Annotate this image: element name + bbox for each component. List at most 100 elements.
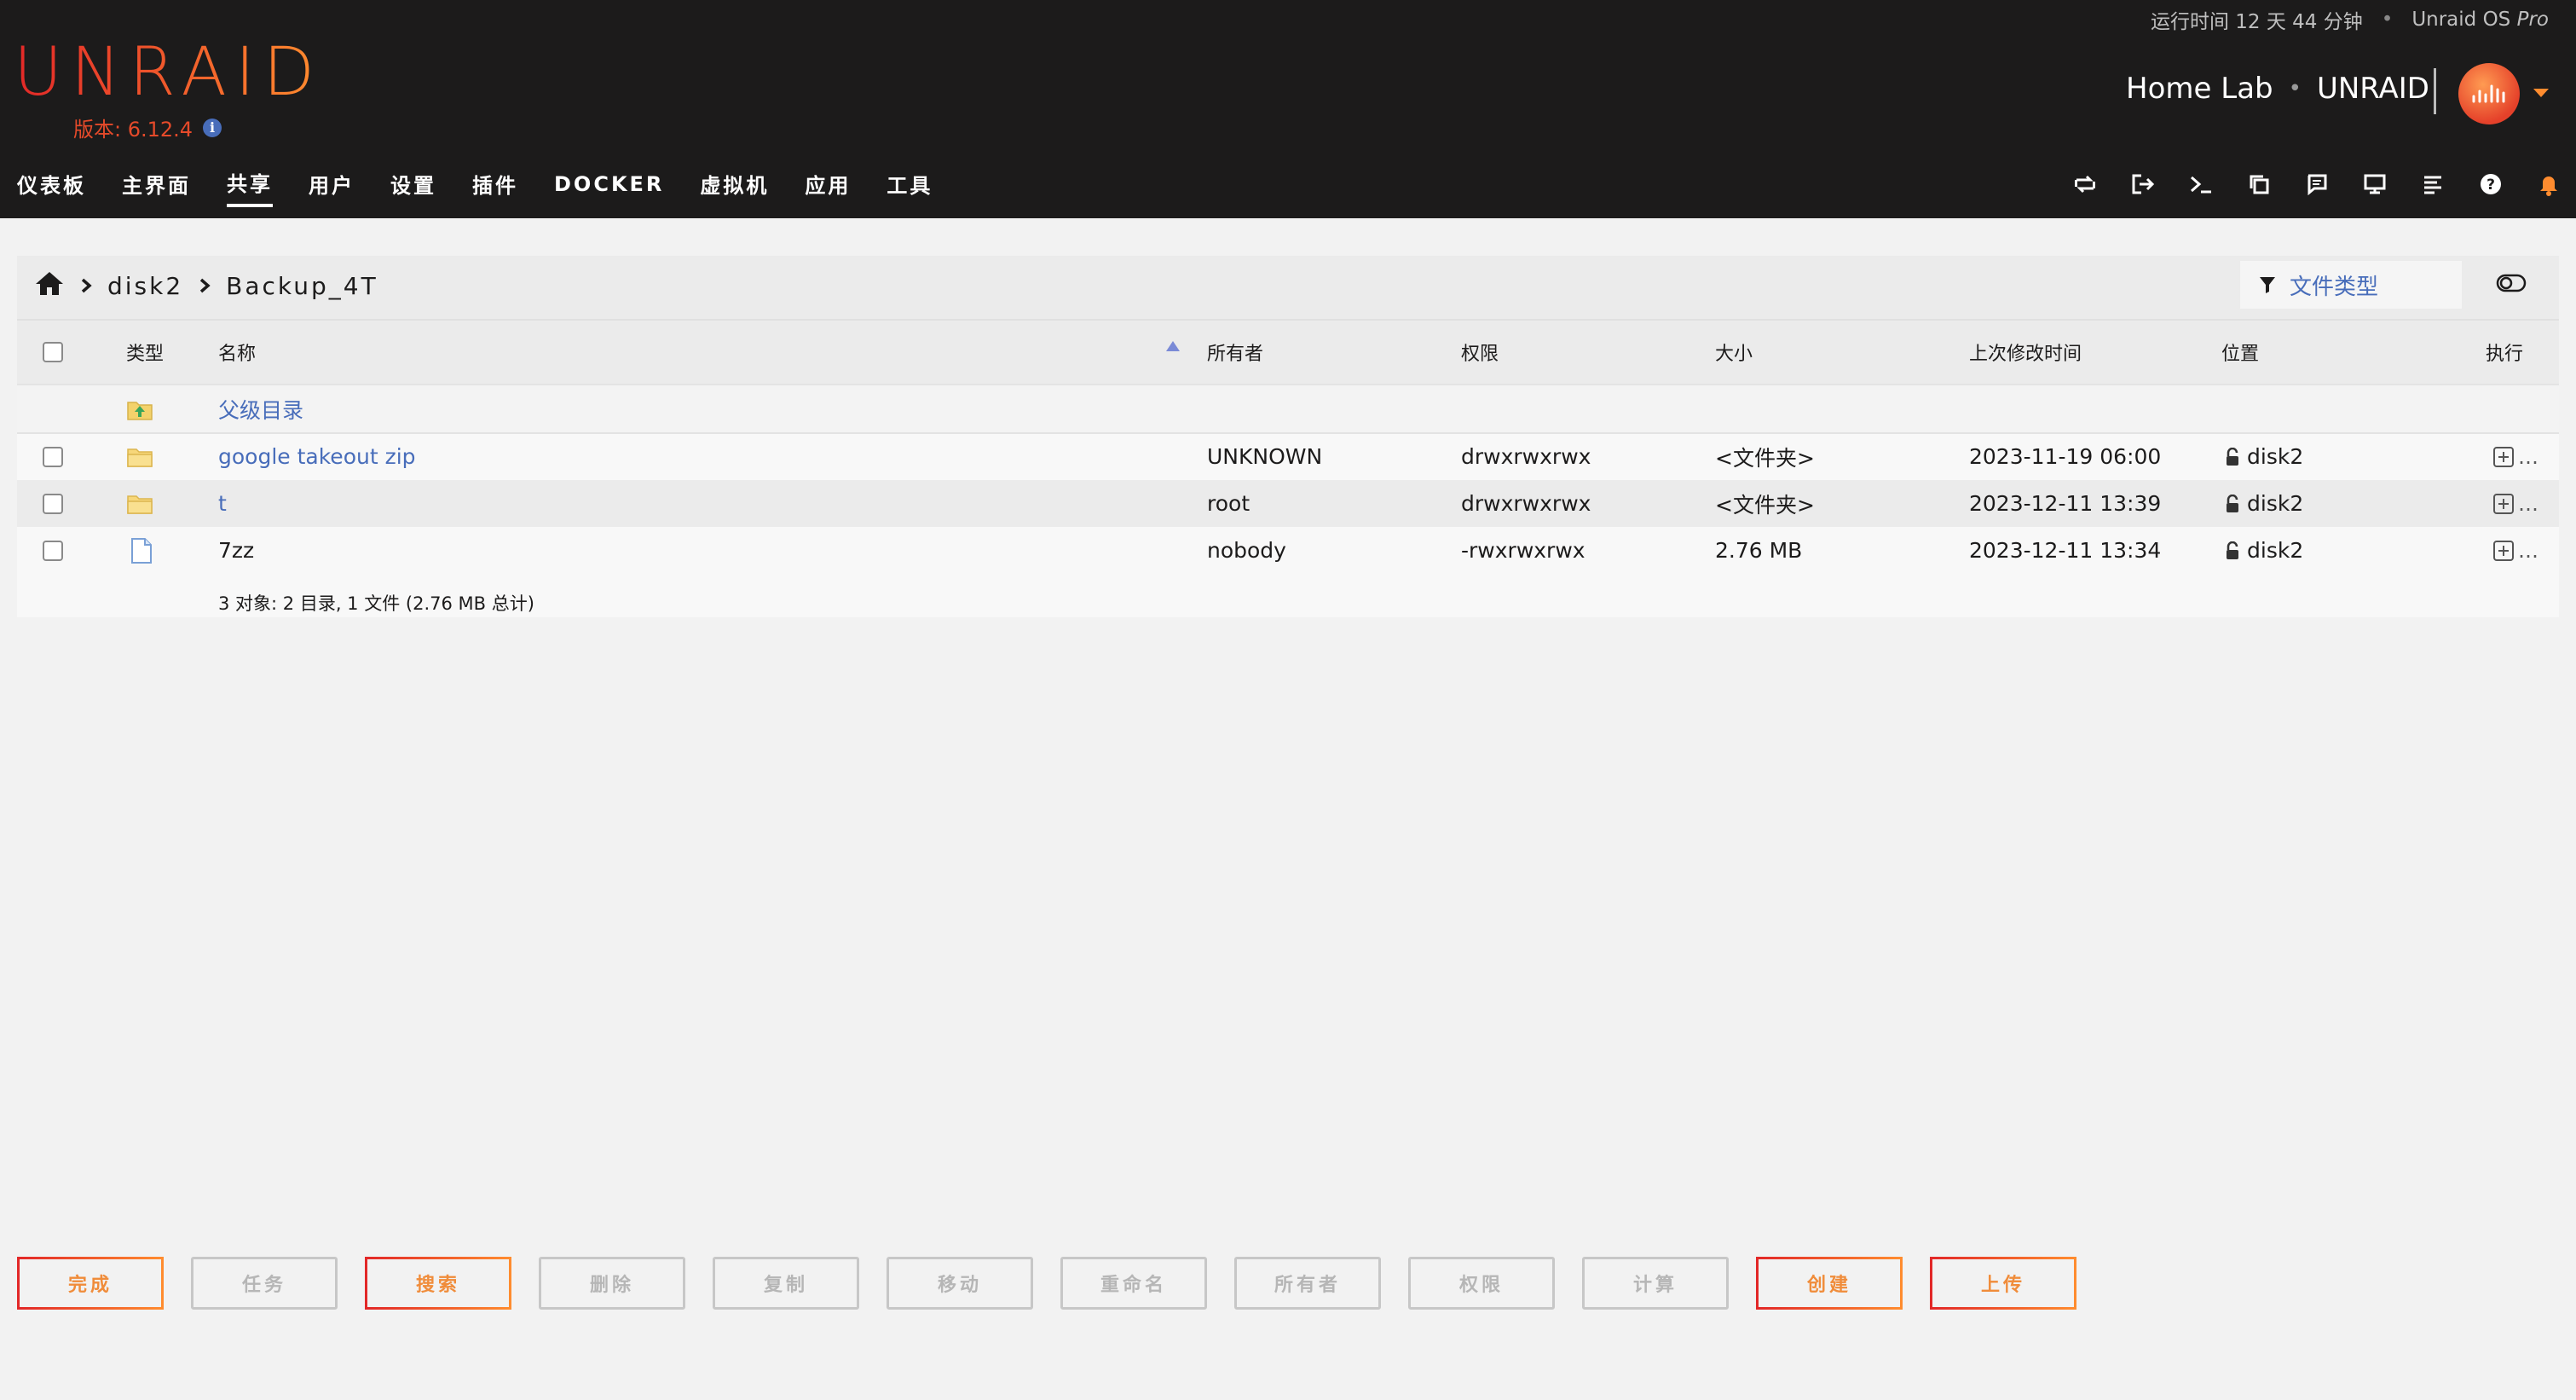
owner-cell: root (1207, 491, 1250, 516)
location-cell: disk2 (2225, 433, 2303, 480)
plus-square-icon (2493, 540, 2514, 561)
file-type-filter[interactable]: 文件类型 (2240, 261, 2462, 309)
parent-directory-row[interactable]: 父级目录 (17, 385, 2559, 434)
server-name: Home Lab (2126, 72, 2273, 106)
filter-icon (2260, 277, 2275, 293)
terminal-icon[interactable] (2187, 171, 2215, 198)
size-cell: 2.76 MB (1715, 538, 1803, 563)
avatar[interactable] (2458, 63, 2520, 124)
perms-cell: drwxrwxrwx (1461, 444, 1591, 469)
permissions-button[interactable]: 权限 (1408, 1257, 1555, 1310)
table-row[interactable]: t root drwxrwxrwx <文件夹> 2023-12-11 13:39… (17, 480, 2559, 527)
owner-cell: UNKNOWN (1207, 444, 1323, 469)
sync-icon[interactable] (2071, 171, 2099, 198)
modified-cell: 2023-12-11 13:34 (1969, 538, 2162, 563)
row-action-button[interactable]: … (2492, 480, 2538, 527)
server-type: UNRAID (2316, 72, 2429, 106)
col-owner[interactable]: 所有者 (1207, 321, 1263, 384)
parent-folder-icon (126, 385, 153, 432)
unraid-logo[interactable]: UNRAID (14, 38, 323, 107)
server-identity: Home Lab • UNRAID (2126, 72, 2429, 106)
nav-dashboard[interactable]: 仪表板 (17, 169, 86, 205)
col-type[interactable]: 类型 (126, 321, 164, 384)
toggle-view-icon[interactable] (2496, 273, 2527, 297)
uptime-text: 运行时间 12 天 44 分钟 (2150, 11, 2363, 33)
search-button[interactable]: 搜索 (365, 1257, 511, 1310)
ellipsis-icon: … (2518, 444, 2538, 469)
chevron-right-icon (199, 272, 211, 300)
nav-tools[interactable]: 工具 (887, 169, 933, 205)
breadcrumb: disk2 Backup_4T 文件类型 (17, 256, 2559, 321)
action-button-bar: 完成 任务 搜索 删除 复制 移动 重命名 所有者 权限 计算 创建 上传 (17, 1257, 2076, 1310)
nav-apps[interactable]: 应用 (805, 169, 851, 205)
table-row[interactable]: google takeout zip UNKNOWN drwxrwxrwx <文… (17, 433, 2559, 480)
location-cell: disk2 (2225, 480, 2303, 527)
table-header: 类型 名称 所有者 权限 大小 上次修改时间 位置 执行 (17, 321, 2559, 385)
chevron-right-icon (80, 272, 92, 300)
table-row[interactable]: 7zz nobody -rwxrwxrwx 2.76 MB 2023-12-11… (17, 527, 2559, 574)
file-name[interactable]: 7zz (218, 527, 254, 574)
home-icon[interactable] (34, 269, 65, 303)
col-modified[interactable]: 上次修改时间 (1969, 321, 2082, 384)
plus-square-icon (2493, 446, 2514, 467)
svg-text:?: ? (2486, 176, 2495, 194)
monitor-icon[interactable] (2361, 171, 2388, 198)
nav-users[interactable]: 用户 (309, 169, 355, 205)
feedback-icon[interactable] (2303, 171, 2331, 198)
move-button[interactable]: 移动 (887, 1257, 1033, 1310)
nav-icon-bar: ? (2071, 171, 2562, 198)
file-name-link[interactable]: t (218, 480, 227, 527)
log-icon[interactable] (2419, 171, 2446, 198)
delete-button[interactable]: 删除 (539, 1257, 685, 1310)
rename-button[interactable]: 重命名 (1060, 1257, 1207, 1310)
unraid-mark-icon (2472, 84, 2505, 103)
file-name-link[interactable]: google takeout zip (218, 433, 416, 480)
jobs-button[interactable]: 任务 (191, 1257, 338, 1310)
modified-cell: 2023-11-19 06:00 (1969, 444, 2162, 469)
logout-icon[interactable] (2129, 171, 2157, 198)
size-cell: <文件夹> (1715, 445, 1815, 471)
select-all-checkbox[interactable] (43, 342, 63, 362)
nav-plugins[interactable]: 插件 (472, 169, 518, 205)
perms-cell: -rwxrwxrwx (1461, 538, 1585, 563)
col-size[interactable]: 大小 (1715, 321, 1753, 384)
help-icon[interactable]: ? (2477, 171, 2504, 198)
nav-main[interactable]: 主界面 (122, 169, 191, 205)
account-dropdown-caret[interactable] (2533, 89, 2549, 97)
row-checkbox[interactable] (43, 493, 63, 514)
copy-button[interactable]: 复制 (713, 1257, 859, 1310)
copy-icon[interactable] (2245, 171, 2273, 198)
info-icon[interactable]: i (203, 118, 222, 137)
col-name[interactable]: 名称 (218, 321, 256, 384)
calculate-button[interactable]: 计算 (1582, 1257, 1729, 1310)
nav-docker[interactable]: DOCKER (554, 172, 664, 203)
owner-button[interactable]: 所有者 (1234, 1257, 1381, 1310)
nav-vms[interactable]: 虚拟机 (700, 169, 769, 205)
row-checkbox[interactable] (43, 446, 63, 467)
nav-settings[interactable]: 设置 (390, 169, 436, 205)
modified-cell: 2023-12-11 13:39 (1969, 491, 2162, 516)
nav-shares[interactable]: 共享 (227, 167, 273, 207)
breadcrumb-disk2[interactable]: disk2 (107, 272, 183, 300)
create-button[interactable]: 创建 (1756, 1257, 1903, 1310)
location-cell: disk2 (2225, 527, 2303, 574)
version-text: 版本: 6.12.4 (73, 118, 193, 142)
bell-icon[interactable] (2535, 171, 2562, 198)
row-action-button[interactable]: … (2492, 433, 2538, 480)
row-action-button[interactable]: … (2492, 527, 2538, 574)
col-location[interactable]: 位置 (2221, 321, 2259, 384)
unlock-icon (2227, 541, 2238, 559)
row-checkbox[interactable] (43, 540, 63, 561)
version-info: 版本: 6.12.4 i (73, 113, 222, 142)
parent-directory-link[interactable]: 父级目录 (218, 385, 303, 432)
breadcrumb-current[interactable]: Backup_4T (226, 272, 378, 300)
ellipsis-icon: … (2518, 538, 2538, 563)
upload-button[interactable]: 上传 (1930, 1257, 2076, 1310)
listing-summary: 3 对象: 2 目录, 1 文件 (2.76 MB 总计) (218, 593, 534, 614)
done-button[interactable]: 完成 (17, 1257, 164, 1310)
header-divider (2434, 68, 2436, 114)
col-perms[interactable]: 权限 (1461, 321, 1499, 384)
main-nav: 仪表板 主界面 共享 用户 设置 插件 DOCKER 虚拟机 应用 工具 (17, 167, 933, 207)
unlock-icon (2227, 447, 2238, 466)
uptime-bar: 运行时间 12 天 44 分钟 • Unraid OS Pro (2150, 7, 2549, 33)
